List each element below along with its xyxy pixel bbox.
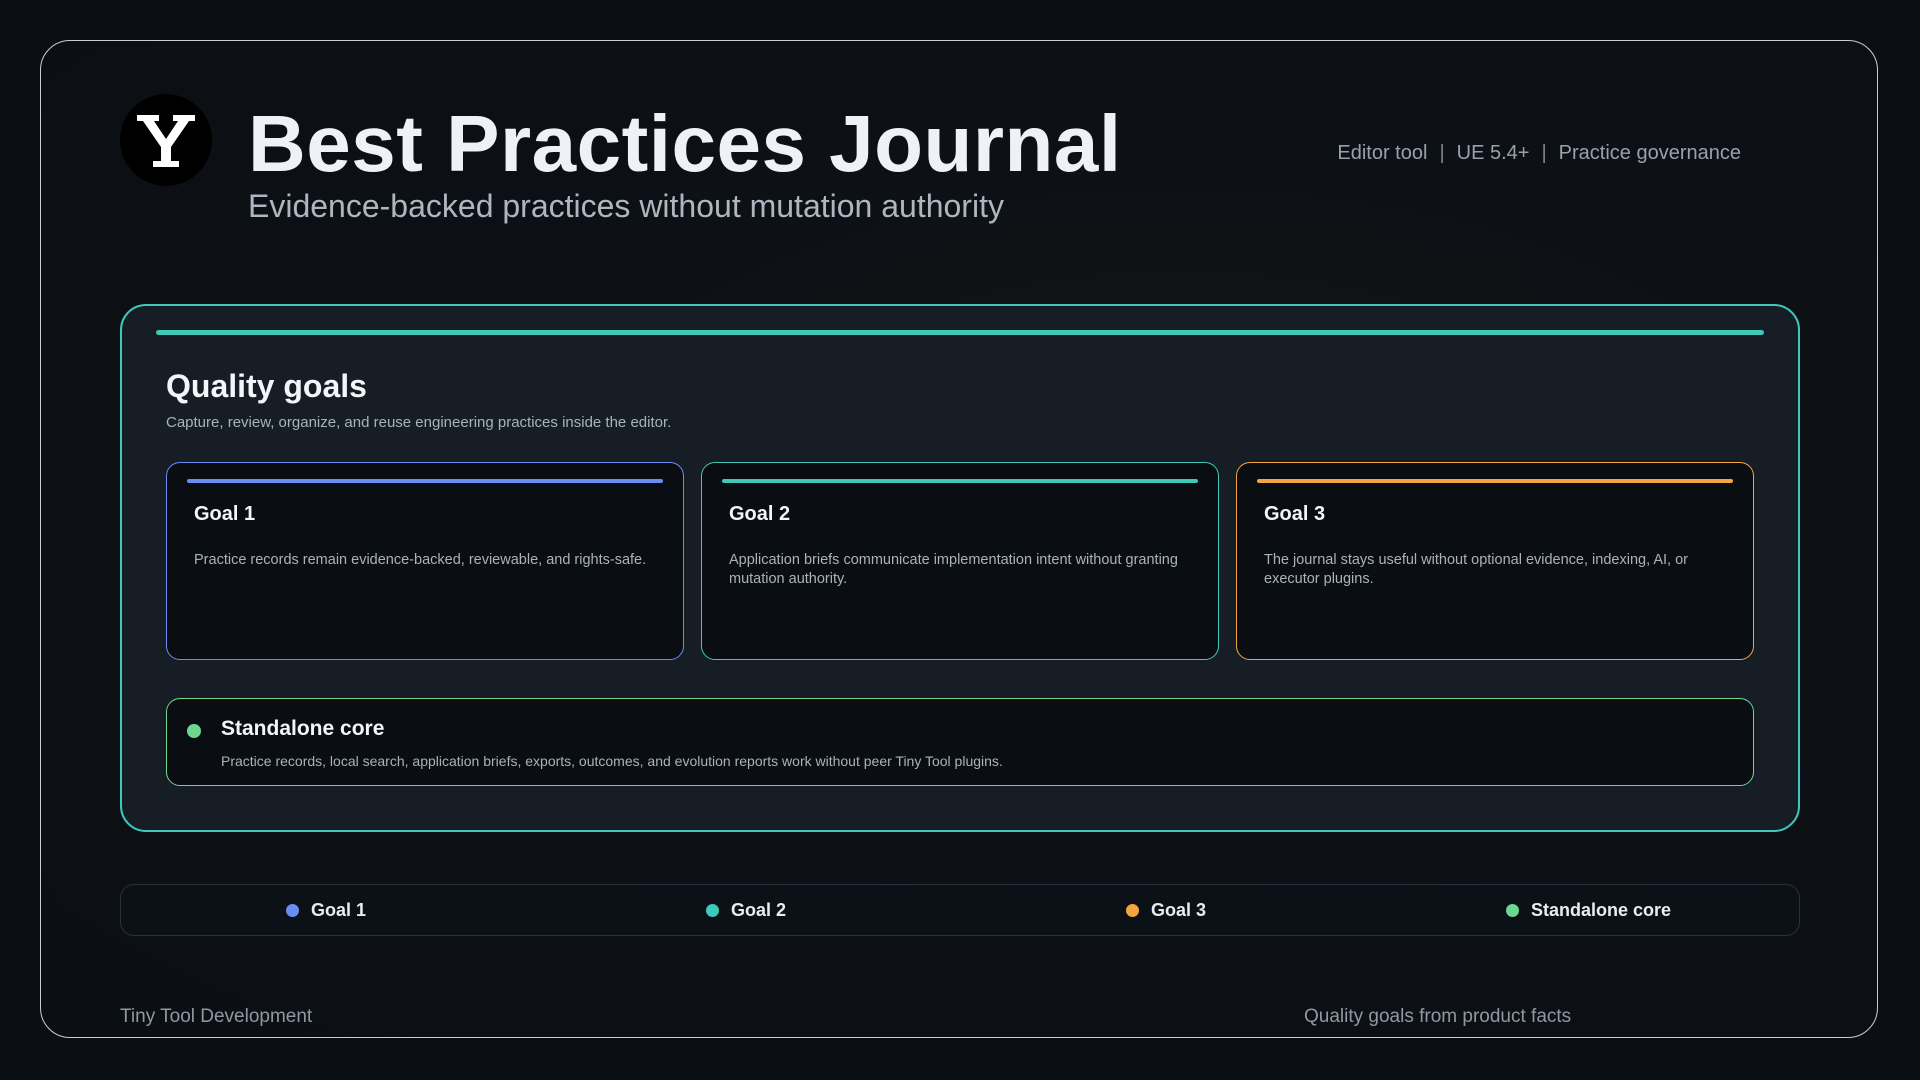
legend-item-goal-2: Goal 2 <box>706 885 786 935</box>
legend-dot-icon <box>286 903 299 917</box>
legend-dot-icon <box>1126 903 1139 917</box>
panel-title: Quality goals <box>166 368 367 404</box>
legend-item-standalone-core: Standalone core <box>1506 885 1671 935</box>
page-title: Best Practices Journal <box>248 99 1122 188</box>
goal-title: Goal 3 <box>1264 503 1326 525</box>
goal-text: Application briefs communicate implement… <box>729 552 1178 587</box>
legend-dot-icon <box>1506 903 1519 917</box>
meta-item-tool: Editor tool <box>1337 142 1428 164</box>
goal-text: The journal stays useful without optiona… <box>1264 552 1688 587</box>
goal-text: Practice records remain evidence-backed,… <box>194 552 647 568</box>
goal-accent-bar <box>187 479 663 483</box>
status-dot-icon <box>187 724 201 738</box>
meta-separator: | <box>1541 142 1547 164</box>
header-meta: Editor tool | UE 5.4+ | Practice governa… <box>1337 142 1741 165</box>
legend-label: Goal 1 <box>311 899 367 920</box>
legend-item-goal-3: Goal 3 <box>1126 885 1206 935</box>
goal-title: Goal 1 <box>194 503 256 525</box>
panel-accent-bar <box>156 330 1764 335</box>
legend-item-goal-1: Goal 1 <box>286 885 366 935</box>
goal-accent-bar <box>1257 479 1733 483</box>
standalone-core-card: Standalone core Practice records, local … <box>166 698 1754 786</box>
goal-card-3: Goal 3 The journal stays useful without … <box>1236 462 1754 660</box>
meta-item-category: Practice governance <box>1558 142 1741 164</box>
legend-bar: Goal 1 Goal 2 Goal 3 Standalone core <box>120 884 1800 936</box>
goal-title: Goal 2 <box>729 503 791 525</box>
page-subtitle: Evidence-backed practices without mutati… <box>248 188 1004 224</box>
meta-item-version: UE 5.4+ <box>1456 142 1530 164</box>
y-logo-icon <box>120 94 212 186</box>
core-title: Standalone core <box>221 717 385 740</box>
goal-card-2: Goal 2 Application briefs communicate im… <box>701 462 1219 660</box>
panel-description: Capture, review, organize, and reuse eng… <box>166 414 672 431</box>
goal-accent-bar <box>722 479 1198 483</box>
footer-right-text: Quality goals from product facts <box>1304 1006 1572 1027</box>
meta-separator: | <box>1439 142 1445 164</box>
legend-label: Standalone core <box>1531 899 1672 920</box>
core-text: Practice records, local search, applicat… <box>221 753 1003 769</box>
goal-card-1: Goal 1 Practice records remain evidence-… <box>166 462 684 660</box>
legend-dot-icon <box>706 903 719 917</box>
footer-left-text: Tiny Tool Development <box>120 1006 313 1027</box>
legend-label: Goal 3 <box>1151 899 1207 920</box>
legend-label: Goal 2 <box>731 899 787 920</box>
quality-goals-panel: Quality goals Capture, review, organize,… <box>120 304 1800 832</box>
